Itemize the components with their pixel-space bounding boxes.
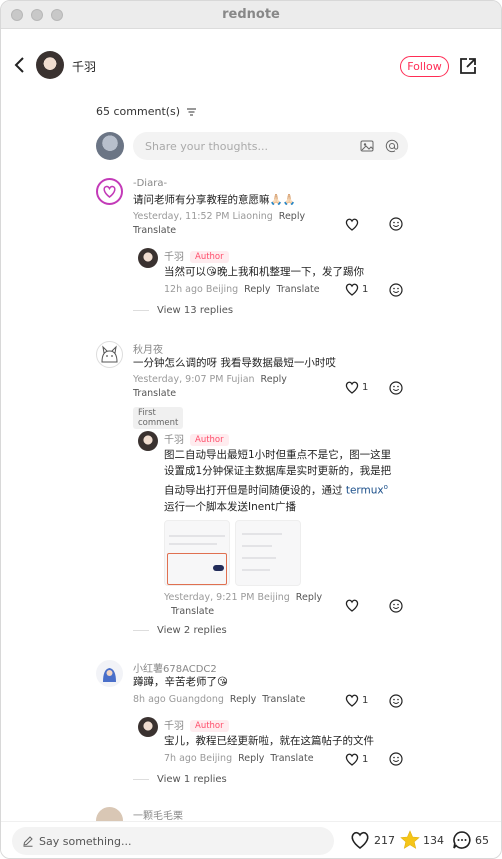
commenter-name[interactable]: -Diara- (133, 178, 167, 189)
comment-text: 蹲蹲，辛苦老师了😘 (133, 676, 228, 688)
like-icon[interactable] (345, 283, 359, 296)
post-like-count: 217 (374, 834, 395, 847)
title-bar: rednote (1, 1, 501, 29)
reply-link[interactable]: Reply (261, 374, 287, 385)
like-icon[interactable] (345, 753, 359, 766)
emoji-react-icon[interactable] (389, 381, 403, 395)
reply-meta: 7h ago Beijing Reply Translate (164, 753, 314, 764)
like-count: 1 (362, 754, 369, 765)
back-icon[interactable] (13, 55, 27, 75)
translate-link[interactable]: Translate (262, 694, 305, 705)
commenter-name[interactable]: 一颗毛毛栗 (133, 807, 183, 822)
translate-link[interactable]: Translate (171, 606, 214, 617)
emoji-react-icon[interactable] (389, 283, 403, 297)
current-user-avatar (96, 132, 124, 160)
reply-link[interactable]: Reply (296, 592, 322, 603)
reply-link[interactable]: Reply (279, 211, 305, 222)
reply-text: 宝儿，教程已经更新啦，就在这篇帖子的文件 (164, 735, 374, 747)
emoji-react-icon[interactable] (389, 752, 403, 766)
reply-meta: 12h ago Beijing Reply Translate (164, 284, 320, 295)
mention-icon[interactable] (385, 139, 399, 153)
hoodie-avatar-icon (103, 668, 116, 682)
commenter-name[interactable]: 秋月夜 (133, 341, 163, 356)
window-title: rednote (222, 7, 280, 22)
commenter-avatar[interactable] (96, 660, 123, 687)
like-count: 1 (362, 382, 369, 393)
reply-text: 当然可以😘晚上我和机整理一下，发了踢你 (164, 266, 364, 278)
reply-text: 图二自动导出最短1小时但重点不是它，图一这里 设置成1分钟保证主数据库是实时更新… (164, 449, 392, 513)
reply-author-avatar[interactable] (138, 431, 158, 451)
post-comment-count: 65 (475, 834, 489, 847)
like-post-icon[interactable] (350, 831, 370, 849)
author-badge: Author (190, 434, 229, 446)
reply-link[interactable]: Reply (244, 284, 270, 295)
first-comment-badge: First comment (133, 407, 184, 429)
emoji-react-icon[interactable] (389, 599, 403, 613)
emoji-react-icon[interactable] (389, 217, 403, 231)
emoji-react-icon[interactable] (389, 694, 403, 708)
commenter-avatar[interactable] (96, 341, 123, 368)
commenter-name[interactable]: 小红薯678ACDC2 (133, 660, 217, 675)
reply-author-name[interactable]: 千羽 Author (164, 431, 229, 446)
termux-link[interactable]: termux (346, 485, 384, 497)
comment-meta: Yesterday, 9:07 PM Fujian Reply (133, 374, 287, 385)
like-icon[interactable] (345, 694, 359, 707)
comment-text: 请问老师有分享教程的意愿嘛🙏🏻🙏🏻 (133, 194, 296, 206)
star-icon[interactable] (400, 830, 420, 850)
translate-link[interactable]: Translate (133, 225, 176, 236)
bottom-action-bar: Say something... 217 134 65 (1, 821, 501, 858)
view-replies-button[interactable]: View 13 replies (133, 305, 233, 316)
share-icon[interactable] (459, 57, 477, 75)
follow-button[interactable]: Follow (400, 56, 449, 77)
commenter-avatar[interactable] (96, 178, 123, 205)
comment-icon[interactable] (452, 830, 472, 850)
heart-avatar-icon (103, 185, 116, 198)
comment-count: 65 comment(s) (96, 105, 196, 118)
sort-icon[interactable] (186, 108, 196, 116)
reply-image-thumbnail[interactable] (164, 520, 230, 586)
view-replies-button[interactable]: View 2 replies (133, 625, 227, 636)
like-icon[interactable] (345, 218, 359, 231)
reply-image-thumbnail[interactable] (235, 520, 301, 586)
reply-author-avatar[interactable] (138, 248, 158, 268)
author-badge: Author (190, 251, 229, 263)
author-avatar[interactable] (36, 51, 64, 79)
say-something-input[interactable]: Say something... (12, 827, 334, 855)
author-name[interactable]: 千羽 (72, 58, 96, 75)
like-count: 1 (362, 695, 369, 706)
post-star-count: 134 (423, 834, 444, 847)
view-replies-button[interactable]: View 1 replies (133, 774, 227, 785)
author-badge: Author (190, 720, 229, 732)
like-icon[interactable] (345, 381, 359, 394)
app-window: rednote 千羽 Follow 65 comment(s) Share yo… (0, 0, 502, 859)
translate-link[interactable]: Translate (270, 753, 313, 764)
comment-meta: Yesterday, 11:52 PM Liaoning Reply (133, 211, 306, 222)
image-icon[interactable] (360, 139, 374, 153)
reply-author-name[interactable]: 千羽 Author (164, 717, 229, 732)
pencil-icon (23, 836, 33, 847)
cat-avatar-icon (101, 345, 118, 363)
reply-author-name[interactable]: 千羽 Author (164, 248, 229, 263)
post-header: 千羽 Follow (1, 47, 501, 87)
reply-link[interactable]: Reply (238, 753, 264, 764)
comment-text: 一分钟怎么调的呀 我看导数据最短一小时哎 (133, 357, 336, 369)
like-count: 1 (362, 284, 369, 295)
comment-meta: 8h ago Guangdong Reply Translate (133, 694, 306, 705)
comment-input[interactable]: Share your thoughts... (133, 132, 408, 160)
reply-link[interactable]: Reply (230, 694, 256, 705)
like-icon[interactable] (345, 599, 359, 612)
reply-author-avatar[interactable] (138, 717, 158, 737)
translate-link[interactable]: Translate (133, 388, 176, 399)
reply-meta: Yesterday, 9:21 PM Beijing Reply (164, 592, 323, 603)
translate-link[interactable]: Translate (276, 284, 319, 295)
